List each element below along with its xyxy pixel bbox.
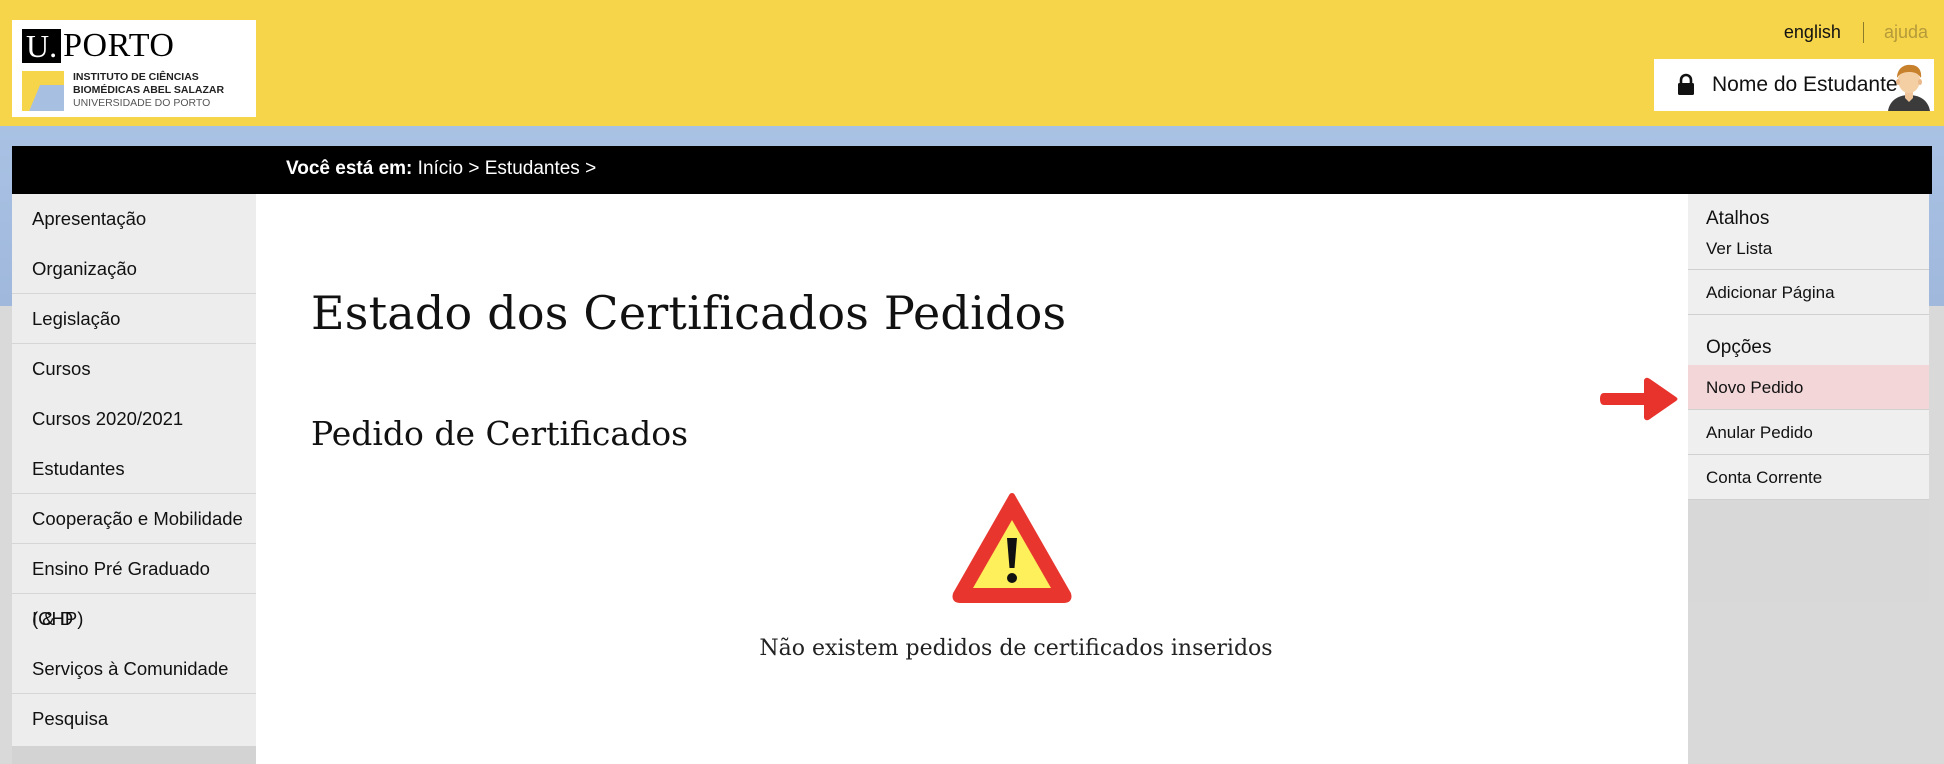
user-box[interactable]: Nome do Estudante	[1654, 59, 1934, 111]
logo-u: U.	[22, 29, 62, 63]
sidebar-item-ensino-pre-graduado[interactable]: Ensino Pré Graduado (CHP)	[12, 544, 256, 629]
sidebar-item-estudantes[interactable]: Estudantes	[12, 444, 256, 494]
shortcut-adicionar-pagina[interactable]: Adicionar Página	[1688, 270, 1929, 315]
breadcrumb-path[interactable]: Início > Estudantes >	[418, 158, 597, 179]
sidebar-item-legislacao[interactable]: Legislação	[12, 294, 256, 344]
section-title: Pedido de Certificados	[311, 414, 689, 453]
shortcut-ver-lista[interactable]: Ver Lista	[1688, 234, 1929, 270]
sidebar-item-i-d[interactable]: I & D	[12, 594, 256, 644]
user-name: Nome do Estudante	[1712, 73, 1898, 96]
sidebar-item-cooperacao[interactable]: Cooperação e Mobilidade	[12, 494, 256, 544]
help-link[interactable]: ajuda	[1864, 22, 1928, 43]
breadcrumb-label: Você está em:	[286, 158, 413, 179]
lock-icon	[1678, 73, 1694, 95]
logo-line1: INSTITUTO DE CIÊNCIAS	[73, 71, 199, 83]
right-panel: Atalhos Ver Lista Adicionar Página Opçõe…	[1688, 194, 1929, 602]
option-novo-pedido[interactable]: Novo Pedido	[1688, 365, 1929, 410]
option-anular-pedido[interactable]: Anular Pedido	[1688, 410, 1929, 455]
top-links: english ajuda	[1784, 22, 1928, 43]
sidebar-item-pesquisa[interactable]: Pesquisa	[12, 694, 256, 744]
header	[0, 0, 1944, 126]
page-title: Estado dos Certificados Pedidos	[311, 286, 1067, 340]
english-link[interactable]: english	[1784, 22, 1864, 43]
shortcuts-heading: Atalhos	[1706, 208, 1770, 229]
institution-logo[interactable]: U. PORTO INSTITUTO DE CIÊNCIAS BIOMÉDICA…	[12, 20, 256, 117]
logo-mark-icon	[22, 71, 64, 111]
sidebar-item-apresentacao[interactable]: Apresentação	[12, 194, 256, 244]
main-content: Estado dos Certificados Pedidos Pedido d…	[256, 194, 1688, 764]
sidebar-item-cursos[interactable]: Cursos	[12, 344, 256, 394]
option-conta-corrente[interactable]: Conta Corrente	[1688, 455, 1929, 500]
sidebar-item-cursos-2020-2021[interactable]: Cursos 2020/2021	[12, 394, 256, 444]
left-sidebar: Apresentação Organização Legislação Curs…	[12, 194, 256, 764]
sidebar-item-organizacao[interactable]: Organização	[12, 244, 256, 294]
sidebar-item-servicos[interactable]: Serviços à Comunidade	[12, 644, 256, 694]
options-heading: Opções	[1706, 337, 1772, 358]
user-avatar-icon	[1888, 64, 1930, 111]
logo-porto: PORTO	[63, 27, 175, 64]
warning-icon	[952, 493, 1072, 603]
breadcrumb: Você está em: Início > Estudantes >	[12, 146, 1932, 194]
right-arrow-icon	[1600, 377, 1678, 421]
empty-message: Não existem pedidos de certificados inse…	[759, 636, 1273, 661]
sidebar-footer	[12, 746, 256, 764]
logo-line3: UNIVERSIDADE DO PORTO	[73, 97, 211, 109]
logo-line2: BIOMÉDICAS ABEL SALAZAR	[73, 84, 225, 96]
